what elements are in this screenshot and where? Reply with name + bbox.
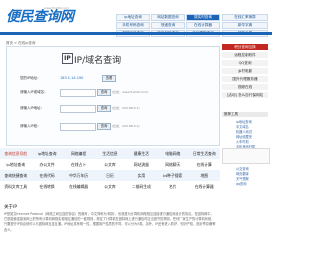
logo-url: www.51240.com [44, 6, 69, 10]
category-link[interactable]: 公文库 [94, 162, 125, 168]
category-link[interactable]: 日历 [94, 173, 125, 179]
category-link[interactable]: ip地址查询 [0, 162, 31, 168]
your-ip-label: 您的IP地址： [20, 76, 41, 80]
category-link[interactable]: 在线占卜 [63, 162, 94, 168]
nav-mobile[interactable]: 手机号码查询 [116, 22, 150, 29]
category-row: 资料文库工具 在线转换 在线编辑器 公文库 二维码生成 名片 在线计算器 [0, 181, 220, 192]
category-link[interactable]: 办公文件 [31, 162, 62, 168]
sidebar-button-movie[interactable]: 乡村电影 [222, 68, 268, 74]
sidebar-button-points[interactable]: 积分查询互换 [222, 44, 268, 50]
sidebar-button-video[interactable]: 视频在线 [222, 84, 268, 90]
category-link[interactable]: 电脑网络 [157, 151, 188, 157]
ip-or-domain-input[interactable] [60, 89, 96, 97]
category-link[interactable]: 网站流量 [126, 162, 157, 168]
category-link[interactable]: 在线计算器 [189, 184, 220, 190]
category-link[interactable]: 在线代码 [31, 173, 62, 179]
nav-exchange[interactable]: 在线汇率换算 [222, 14, 268, 21]
query-range-button[interactable]: 查询 [97, 123, 111, 130]
category-link[interactable]: 名片 [157, 184, 188, 190]
category-link[interactable]: ip地址查询 [31, 151, 62, 157]
range-hint: (比如：222.88.0.1) [112, 124, 140, 128]
category-link[interactable]: 在线编辑器 [63, 184, 94, 190]
page-title: IP/域名查询 [74, 56, 122, 66]
nav-site-data[interactable]: 网站数据查询 [151, 14, 185, 21]
category-link[interactable]: 资料文库工具 [0, 184, 31, 190]
ip-logo-icon: IP [62, 53, 73, 64]
category-link[interactable]: 查询信息导航 [0, 151, 31, 157]
query-ip-button[interactable]: 查询 [97, 105, 111, 112]
ip-or-domain-label: 请输入IP或域名： [20, 90, 48, 94]
category-link[interactable]: 在线计算 [189, 162, 220, 168]
category-link[interactable]: 二维码生成 [126, 184, 157, 190]
category-link[interactable]: 实用 [126, 173, 157, 179]
category-row: 查询信息导航 ip地址查询 网络编程 生活信息 健康生活 电脑网络 日常生活查询 [0, 148, 220, 159]
category-link[interactable]: 地图 [189, 173, 220, 179]
sidebar-list-item[interactable]: qq查询 [236, 181, 246, 186]
nav-express[interactable]: 快递查询 [151, 22, 185, 29]
nav-ip-query[interactable]: ip地址查询 [116, 14, 150, 21]
category-link[interactable]: 日常生活查询 [189, 151, 220, 157]
sidebar-box [222, 148, 270, 164]
sidebar-button-remote[interactable]: 远程控制软件 [222, 52, 268, 58]
category-link[interactable]: 查询快捷查询 [0, 173, 31, 179]
query-domain-button[interactable]: 查询 [97, 89, 111, 96]
category-link[interactable]: 公文库 [94, 184, 125, 190]
category-row: ip地址查询 办公文件 在线占卜 公文库 网站流量 网络聊天 在线计算 [0, 159, 220, 170]
your-ip-value: 183.1.14.190 [60, 76, 84, 80]
category-link[interactable]: 在线转换 [31, 184, 62, 190]
nav-realtime[interactable]: 搜实时查询 [186, 14, 220, 21]
domain-hint: (比如：www.51240.com) [112, 90, 149, 94]
sidebar-button-qq[interactable]: QQ查询 [222, 60, 268, 66]
ip-hint: (比如：222.88.0.1) [112, 106, 140, 110]
category-link[interactable]: 中华万年历 [63, 173, 94, 179]
category-link[interactable]: 健康生活 [126, 151, 157, 157]
ip-address-label: 请输入IP地址： [20, 106, 45, 110]
category-link[interactable]: 网络聊天 [157, 162, 188, 168]
header-divider [0, 32, 272, 35]
about-title: 关于IP [4, 205, 18, 210]
sidebar-button-activity[interactable]: [活动] 怎么自行保网站 [222, 92, 268, 98]
nav-dictionary[interactable]: 新华字典 [222, 22, 268, 29]
category-link[interactable]: 生活信息 [94, 151, 125, 157]
view-ip-button[interactable]: 查看 [102, 75, 116, 82]
category-grid: 查询信息导航 ip地址查询 网络编程 生活信息 健康生活 电脑网络 日常生活查询… [0, 148, 220, 192]
ip-range-label: 请输入IP段： [20, 124, 41, 128]
ip-address-input[interactable] [60, 105, 96, 113]
category-link[interactable]: 网络编程 [63, 151, 94, 157]
nav-calculator[interactable]: 在线计算器 [186, 22, 220, 29]
ip-range-input[interactable] [60, 123, 96, 131]
category-link[interactable]: bt种子搜索 [157, 173, 188, 179]
sidebar-button-proxy[interactable]: 国外代理服务器 [222, 76, 268, 82]
recommended-tools-title: 推荐工具 [222, 112, 268, 117]
about-text: IP是英文Internet Protocol（网络之间互连的协议）的缩写，中文简… [4, 212, 216, 232]
category-row: 查询快捷查询 在线代码 中华万年历 日历 实用 bt种子搜索 地图 [0, 170, 220, 181]
